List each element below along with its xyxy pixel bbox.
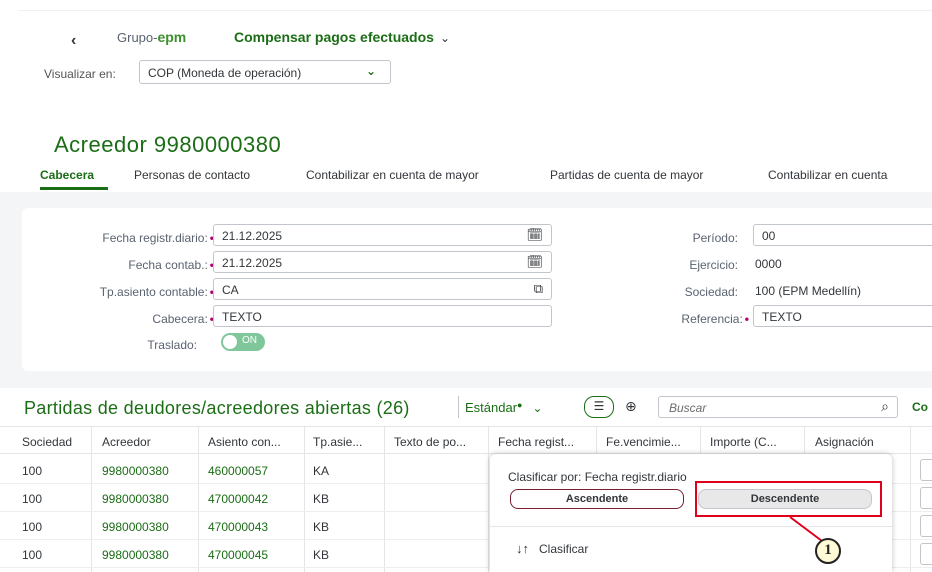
- callout-pointer: [789, 516, 823, 542]
- app-shell: ‹ Grupo-epm Compensar pagos efectuados ⌄ …: [0, 0, 932, 572]
- step-callout: 1: [815, 538, 841, 564]
